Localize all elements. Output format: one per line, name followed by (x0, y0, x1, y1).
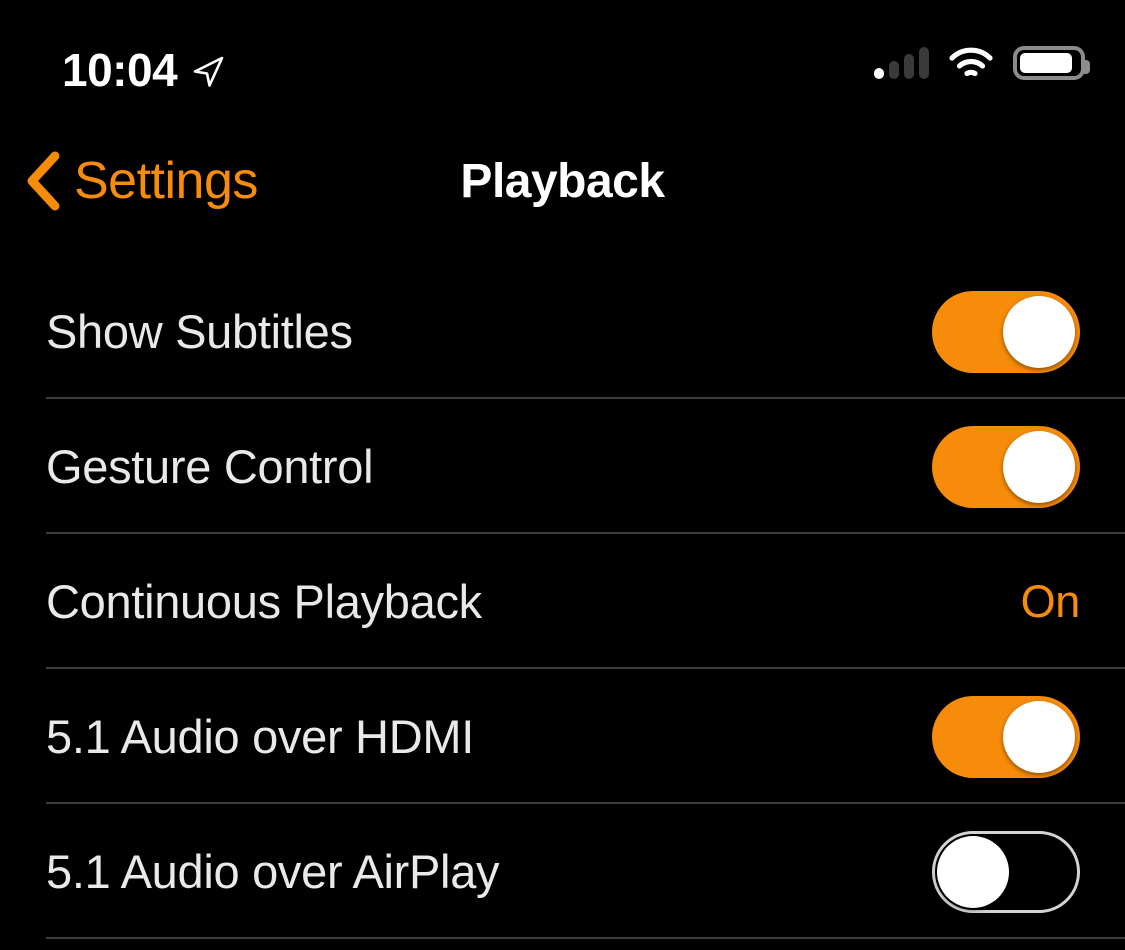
navigation-bar: Settings Playback (0, 132, 1125, 264)
row-separator (46, 937, 1125, 939)
table-row[interactable]: 5.1 Audio over HDMI (0, 669, 1125, 804)
row-label: Gesture Control (46, 439, 374, 493)
playback-settings-screen: 10:04 Settings Playback Show Subtitles G… (0, 0, 1125, 950)
toggle-knob (1003, 700, 1075, 773)
cellular-signal-icon (874, 47, 929, 79)
status-bar: 10:04 (0, 0, 1125, 132)
table-row[interactable]: Show Subtitles (0, 264, 1125, 399)
show-subtitles-toggle[interactable] (932, 290, 1080, 373)
battery-icon (1013, 46, 1090, 80)
toggle-knob (937, 835, 1009, 908)
page-title: Playback (460, 155, 665, 208)
audio-over-airplay-toggle[interactable] (932, 830, 1080, 913)
gesture-control-toggle[interactable] (932, 425, 1080, 508)
row-label: Continuous Playback (46, 574, 482, 628)
row-label: 5.1 Audio over HDMI (46, 709, 474, 763)
row-label: Show Subtitles (46, 304, 353, 358)
status-bar-clock: 10:04 (62, 44, 178, 96)
audio-over-hdmi-toggle[interactable] (932, 695, 1080, 778)
toggle-knob (1003, 295, 1075, 368)
location-arrow-icon (191, 55, 225, 89)
table-row[interactable]: Gesture Control (0, 399, 1125, 534)
status-bar-left: 10:04 (62, 44, 225, 96)
table-row[interactable]: Continuous Playback On (0, 534, 1125, 669)
battery-nub (1084, 60, 1090, 74)
row-label: 5.1 Audio over AirPlay (46, 844, 500, 898)
battery-level-fill (1020, 53, 1072, 73)
settings-list: Show Subtitles Gesture Control Continuou… (0, 264, 1125, 939)
table-row[interactable]: 5.1 Audio over AirPlay (0, 804, 1125, 939)
status-bar-right (874, 46, 1090, 80)
toggle-knob (1003, 430, 1075, 503)
continuous-playback-value: On (1020, 575, 1081, 627)
wifi-icon (949, 47, 993, 79)
